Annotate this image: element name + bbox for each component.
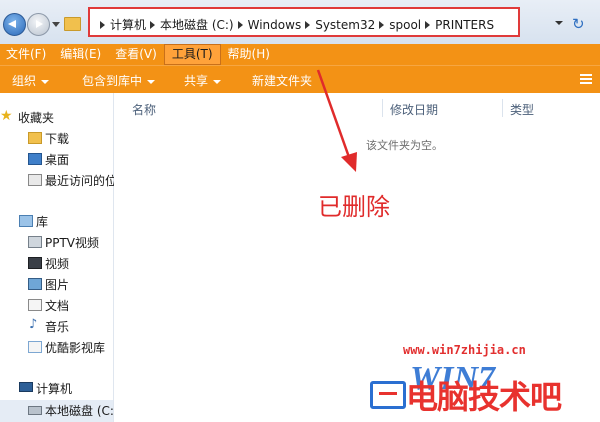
watermark-brand: 电脑技术吧 xyxy=(406,378,562,416)
annotation-arrow xyxy=(316,69,357,172)
watermark-computer-icon xyxy=(370,381,406,409)
annotation-deleted-label: 已删除 xyxy=(318,193,390,221)
watermark-url: www.win7zhijia.cn xyxy=(403,343,526,357)
